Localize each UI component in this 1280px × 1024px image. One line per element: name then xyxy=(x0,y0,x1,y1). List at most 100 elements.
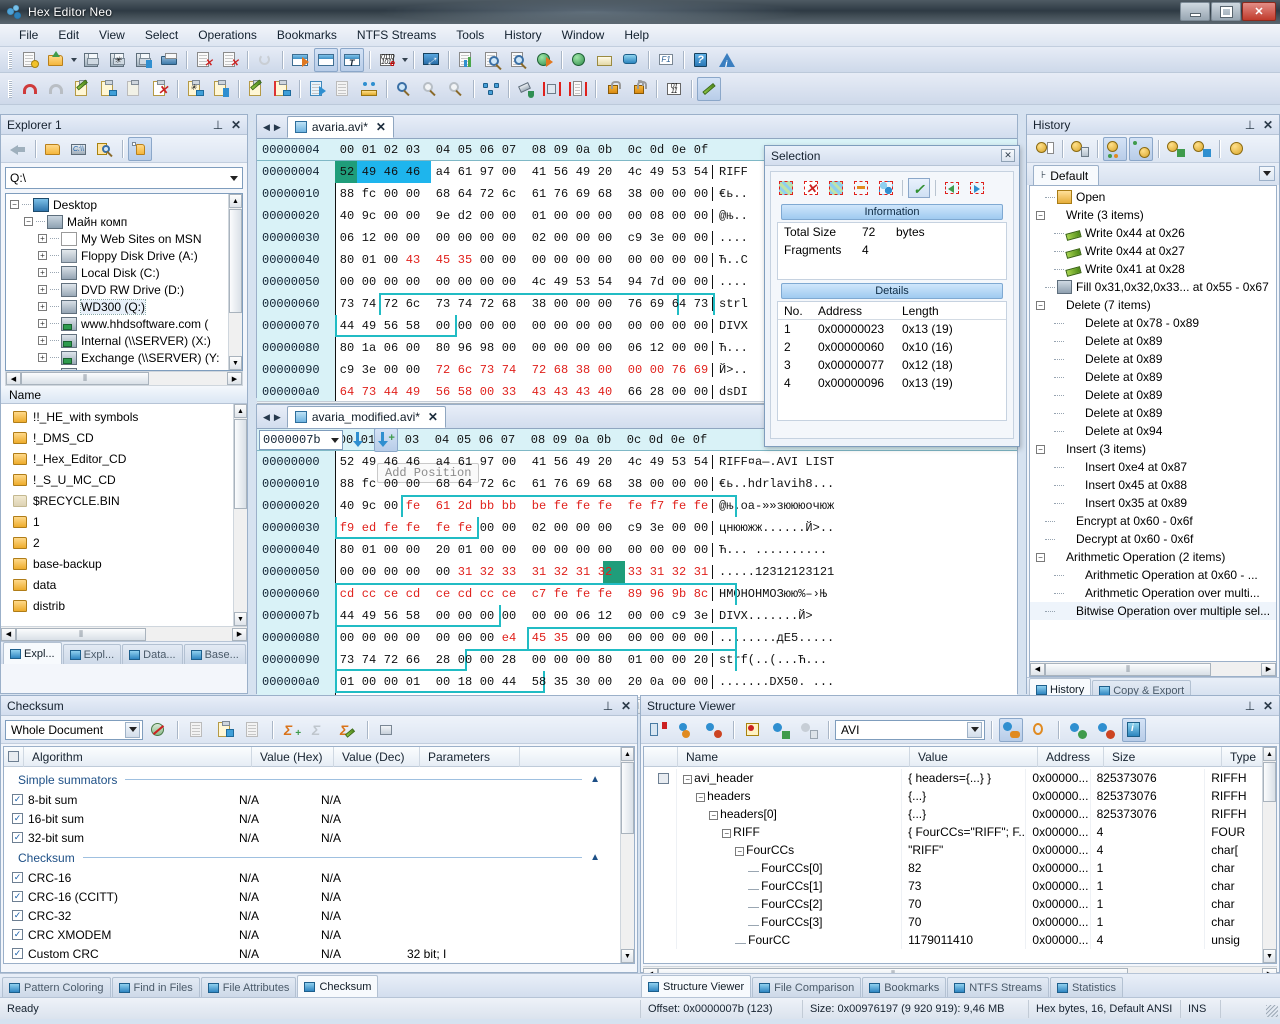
hex-byte[interactable]: 00 xyxy=(528,543,550,557)
history-item[interactable]: Open xyxy=(1030,188,1276,206)
hex-byte[interactable]: 72 xyxy=(380,653,402,667)
hex-byte[interactable]: 00 xyxy=(668,477,690,491)
hex-byte[interactable]: 00 xyxy=(476,385,498,399)
hex-byte[interactable]: 00 xyxy=(498,543,520,557)
hex-byte[interactable]: 00 xyxy=(550,653,572,667)
history-tab-default[interactable]: ⊦ Default xyxy=(1033,165,1099,185)
hex-byte[interactable]: 00 xyxy=(594,543,616,557)
history-item[interactable]: Insert 0xe4 at 0x87 xyxy=(1030,458,1276,476)
history-item[interactable]: Encrypt at 0x60 - 0x6f xyxy=(1030,512,1276,530)
hex-byte[interactable]: 00 xyxy=(550,521,572,535)
close-icon[interactable]: ✕ xyxy=(1261,118,1275,132)
close-icon[interactable]: ✕ xyxy=(1001,149,1015,162)
hex-row-bytes[interactable]: 80010043453500000000000000000000 xyxy=(335,249,712,271)
history-item[interactable]: Delete at 0x89 xyxy=(1030,368,1276,386)
export-selection-icon[interactable] xyxy=(966,178,988,198)
history-item[interactable]: Delete at 0x89 xyxy=(1030,386,1276,404)
scroll-up-button[interactable]: ▲ xyxy=(234,404,247,418)
algorithm-checkbox[interactable]: ✓ xyxy=(12,872,23,883)
tree-expander[interactable]: − xyxy=(24,217,33,226)
table-row[interactable]: −headers[0]{...}0x00000...825373076RIFFH xyxy=(644,805,1250,823)
hex-byte[interactable]: c9 xyxy=(668,609,690,623)
hex-row-ascii[interactable]: ........дE5..... xyxy=(712,631,834,645)
column-size[interactable]: Size xyxy=(1104,747,1222,767)
hex-byte[interactable]: 43 xyxy=(528,385,550,399)
document-tab-avaria-modified[interactable]: avaria_modified.avi* ✕ xyxy=(287,406,446,428)
hex-byte[interactable]: 9b xyxy=(668,587,690,601)
hex-byte[interactable]: 40 xyxy=(336,209,358,223)
history-item[interactable]: −Insert (3 items) xyxy=(1030,440,1276,458)
file-list[interactable]: !!_HE_with symbols!_DMS_CD!_Hex_Editor_C… xyxy=(1,404,247,626)
hex-byte[interactable]: 02 xyxy=(528,521,550,535)
table-row[interactable]: ✓8-bit sumN/AN/A xyxy=(4,790,606,809)
close-document-icon[interactable]: ✕ xyxy=(192,48,216,72)
cut-icon[interactable] xyxy=(70,77,94,101)
hex-byte[interactable]: 00 xyxy=(668,653,690,667)
hex-row-ascii[interactable]: цнююжж......Й>.. xyxy=(712,521,834,535)
menu-item-history[interactable]: History xyxy=(495,25,550,45)
hex-byte[interactable]: 06 xyxy=(624,341,646,355)
checksum-scope-combo[interactable]: Whole Document xyxy=(5,720,143,740)
history-item[interactable]: Delete at 0x89 xyxy=(1030,332,1276,350)
table-row[interactable]: 20x000000600x10 (16) xyxy=(778,338,1006,356)
tree-expander[interactable]: + xyxy=(38,251,47,260)
options-structure-icon[interactable] xyxy=(1094,718,1118,742)
hex-byte[interactable]: 00 xyxy=(380,675,402,689)
hex-byte[interactable]: 46 xyxy=(402,455,424,469)
hex-byte[interactable]: 20 xyxy=(594,165,616,179)
modify-icon[interactable] xyxy=(697,77,721,101)
decrypt-icon[interactable] xyxy=(627,77,651,101)
hex-byte[interactable]: fe xyxy=(402,521,424,535)
explorer-tree-node[interactable]: +Internal (\\SERVER) (X:) xyxy=(6,332,238,349)
hex-byte[interactable]: 00 xyxy=(690,631,712,645)
open-structure-icon[interactable] xyxy=(646,718,670,742)
menu-item-file[interactable]: File xyxy=(10,25,47,45)
hex-byte[interactable]: 00 xyxy=(594,631,616,645)
table-row[interactable]: −RIFF{ FourCCs="RIFF"; F...0x00000...4FO… xyxy=(644,823,1250,841)
hex-byte[interactable]: 88 xyxy=(336,187,358,201)
hex-byte[interactable]: fe xyxy=(402,499,424,513)
bottom-tab-statistics[interactable]: Statistics xyxy=(1050,977,1123,997)
hex-byte[interactable]: 98 xyxy=(476,341,498,355)
hex-row-bytes[interactable]: 409c00fe612dbbbbbefefefefef7fefe xyxy=(335,495,712,517)
hex-byte[interactable]: 00 xyxy=(380,499,402,513)
algorithm-checkbox[interactable]: ✓ xyxy=(12,794,23,805)
hex-byte[interactable]: 49 xyxy=(358,455,380,469)
hex-byte[interactable]: 00 xyxy=(646,187,668,201)
hex-byte[interactable]: 44 xyxy=(336,609,358,623)
scroll-left-button[interactable]: ◀ xyxy=(6,372,21,385)
hex-byte[interactable]: bb xyxy=(476,499,498,513)
explorer-tree-node[interactable]: +Floppy Disk Drive (A:) xyxy=(6,247,238,264)
history-item[interactable]: Delete at 0x89 xyxy=(1030,404,1276,422)
history-item[interactable]: Delete at 0x78 - 0x89 xyxy=(1030,314,1276,332)
hex-byte[interactable]: 00 xyxy=(380,363,402,377)
hex-byte[interactable]: 00 xyxy=(594,319,616,333)
chevron-down-icon[interactable] xyxy=(967,722,982,738)
hex-byte[interactable]: 00 xyxy=(476,631,498,645)
hex-byte[interactable]: fe xyxy=(432,521,454,535)
paste-icon[interactable] xyxy=(122,77,146,101)
hex-byte[interactable]: 00 xyxy=(572,341,594,355)
hex-byte[interactable]: 00 xyxy=(380,477,402,491)
hex-row-ascii[interactable]: Ћ... xyxy=(712,341,748,355)
history-item[interactable]: Write 0x44 at 0x26 xyxy=(1030,224,1276,242)
hex-byte[interactable]: 00 xyxy=(358,675,380,689)
hex-byte[interactable]: 58 xyxy=(528,675,550,689)
scroll-thumb[interactable] xyxy=(621,762,634,834)
hex-byte[interactable]: 01 xyxy=(454,543,476,557)
hex-byte[interactable]: 74 xyxy=(498,363,520,377)
hex-view-icon[interactable] xyxy=(314,48,338,72)
hex-row[interactable]: 0000005000000000003132333132313233313231… xyxy=(257,561,1017,583)
hex-byte[interactable]: fe xyxy=(550,499,572,513)
hex-byte[interactable]: 73 xyxy=(432,297,454,311)
hex-row-ascii[interactable]: €ь.. xyxy=(712,187,748,201)
hex-row-ascii[interactable]: .... xyxy=(712,231,748,245)
edit-pattern-icon[interactable] xyxy=(244,77,268,101)
hex-row-bytes[interactable]: 80010000200100000000000000000000 xyxy=(335,539,712,561)
table-row[interactable]: ✓CRC-16 (CCITT)N/AN/A xyxy=(4,887,606,906)
hex-byte[interactable]: 00 xyxy=(476,231,498,245)
history-item[interactable]: −Arithmetic Operation (2 items) xyxy=(1030,548,1276,566)
hex-row-bytes[interactable]: 00000000000000004c495354947d0000 xyxy=(335,271,712,293)
clear-selection-icon[interactable]: ✕ xyxy=(800,178,822,198)
hex-byte[interactable]: 00 xyxy=(402,187,424,201)
